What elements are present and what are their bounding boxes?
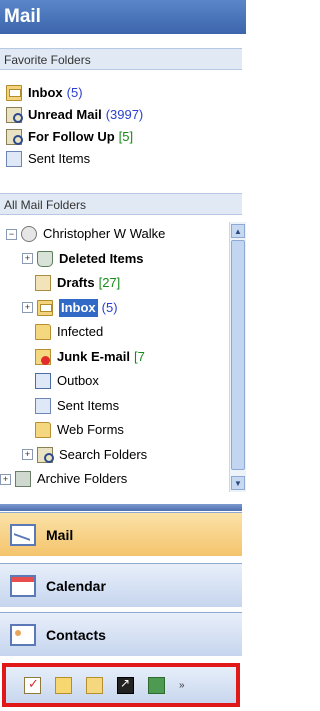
- fav-item-sent-items[interactable]: Sent Items: [6, 148, 242, 170]
- contacts-icon: [10, 623, 36, 646]
- all-mail-folders-header[interactable]: All Mail Folders: [0, 193, 242, 215]
- folder-list-icon[interactable]: [86, 676, 103, 694]
- folder-label-selected: Inbox: [59, 298, 98, 317]
- expand-icon[interactable]: +: [22, 253, 33, 265]
- nav-button-contacts[interactable]: Contacts: [0, 612, 242, 656]
- folder-count: [5]: [118, 129, 134, 144]
- scroll-down-icon[interactable]: ▼: [231, 476, 245, 490]
- folder-tree: − Christopher W Walke + Deleted Items Dr…: [0, 222, 228, 500]
- search-folder-icon: [6, 107, 23, 123]
- tree-item-inbox[interactable]: + Inbox (5): [0, 296, 228, 321]
- folder-label: Sent Items: [28, 151, 91, 166]
- junk-mail-icon: [35, 348, 51, 365]
- inbox-folder-icon: [37, 299, 53, 316]
- collapse-icon[interactable]: −: [6, 228, 17, 240]
- shortcuts-icon[interactable]: [117, 676, 134, 694]
- folder-label: Christopher W Walke: [43, 226, 166, 241]
- notes-icon[interactable]: [55, 676, 72, 694]
- expand-icon[interactable]: +: [0, 473, 11, 485]
- folder-label: Web Forms: [57, 422, 124, 437]
- favorite-folders-list: Inbox (5) Unread Mail (3997) For Follow …: [6, 82, 242, 170]
- folder-label: Archive Folders: [37, 471, 128, 486]
- folder-count: [7: [133, 348, 145, 364]
- archive-icon: [15, 471, 31, 488]
- folder-label: Inbox: [28, 85, 63, 100]
- tree-item-mailbox-root[interactable]: − Christopher W Walke: [0, 222, 228, 247]
- folder-icon: [35, 324, 51, 341]
- pane-title: Mail: [0, 0, 246, 34]
- nav-shortcut-bar: »: [2, 663, 240, 707]
- folder-label: Deleted Items: [59, 250, 144, 266]
- calendar-icon: [10, 574, 36, 597]
- tasks-icon[interactable]: [24, 676, 41, 694]
- tree-item-junk-email[interactable]: Junk E-mail [7: [0, 345, 228, 370]
- tree-item-sent-items[interactable]: Sent Items: [0, 394, 228, 419]
- tree-item-web-forms[interactable]: Web Forms: [0, 418, 228, 443]
- drafts-icon: [35, 275, 51, 292]
- folder-tree-scrollbar[interactable]: ▲ ▼: [229, 222, 246, 492]
- folder-label: Infected: [57, 324, 104, 339]
- scrollbar-thumb[interactable]: [231, 240, 245, 470]
- search-folder-icon: [37, 446, 54, 463]
- folder-count: (5): [66, 85, 83, 100]
- nav-label: Mail: [46, 526, 74, 543]
- tree-item-search-folders[interactable]: + Search Folders: [0, 443, 228, 468]
- journal-icon[interactable]: [148, 676, 165, 694]
- expand-icon[interactable]: +: [22, 302, 33, 314]
- configure-buttons-icon[interactable]: »: [179, 680, 185, 691]
- folder-label: Unread Mail: [28, 107, 102, 122]
- deleted-items-icon: [37, 250, 53, 267]
- nav-button-calendar[interactable]: Calendar: [0, 563, 242, 607]
- tree-item-outbox[interactable]: Outbox: [0, 369, 228, 394]
- tree-item-deleted-items[interactable]: + Deleted Items: [0, 247, 228, 272]
- favorite-folders-header[interactable]: Favorite Folders: [0, 48, 242, 70]
- folder-label: Outbox: [57, 373, 99, 388]
- scroll-up-icon[interactable]: ▲: [231, 224, 245, 238]
- folder-label: Search Folders: [59, 446, 148, 462]
- folder-label: Sent Items: [57, 397, 120, 413]
- tree-item-infected[interactable]: Infected: [0, 320, 228, 345]
- fav-item-for-follow-up[interactable]: For Follow Up [5]: [6, 126, 242, 148]
- folder-count: (5): [101, 299, 118, 315]
- mailbox-root-icon: [21, 226, 37, 243]
- folder-count: (3997): [105, 107, 144, 122]
- folder-label: For Follow Up: [28, 129, 115, 144]
- folder-icon: [35, 422, 51, 439]
- sent-items-icon: [6, 151, 22, 167]
- nav-button-mail[interactable]: Mail: [0, 512, 242, 556]
- search-folder-icon: [6, 129, 23, 145]
- tree-item-drafts[interactable]: Drafts [27]: [0, 271, 228, 296]
- outbox-icon: [35, 373, 51, 390]
- inbox-folder-icon: [6, 85, 22, 101]
- sent-items-icon: [35, 397, 51, 414]
- folder-count: [27]: [98, 275, 121, 290]
- nav-label: Contacts: [46, 626, 106, 643]
- folder-label: Drafts: [57, 275, 95, 290]
- pane-splitter[interactable]: [0, 504, 242, 511]
- mail-icon: [10, 523, 36, 546]
- expand-icon[interactable]: +: [22, 449, 33, 461]
- fav-item-inbox[interactable]: Inbox (5): [6, 82, 242, 104]
- folder-label: Junk E-mail: [57, 348, 130, 364]
- nav-label: Calendar: [46, 577, 106, 594]
- tree-item-archive-folders[interactable]: + Archive Folders: [0, 467, 228, 492]
- fav-item-unread-mail[interactable]: Unread Mail (3997): [6, 104, 242, 126]
